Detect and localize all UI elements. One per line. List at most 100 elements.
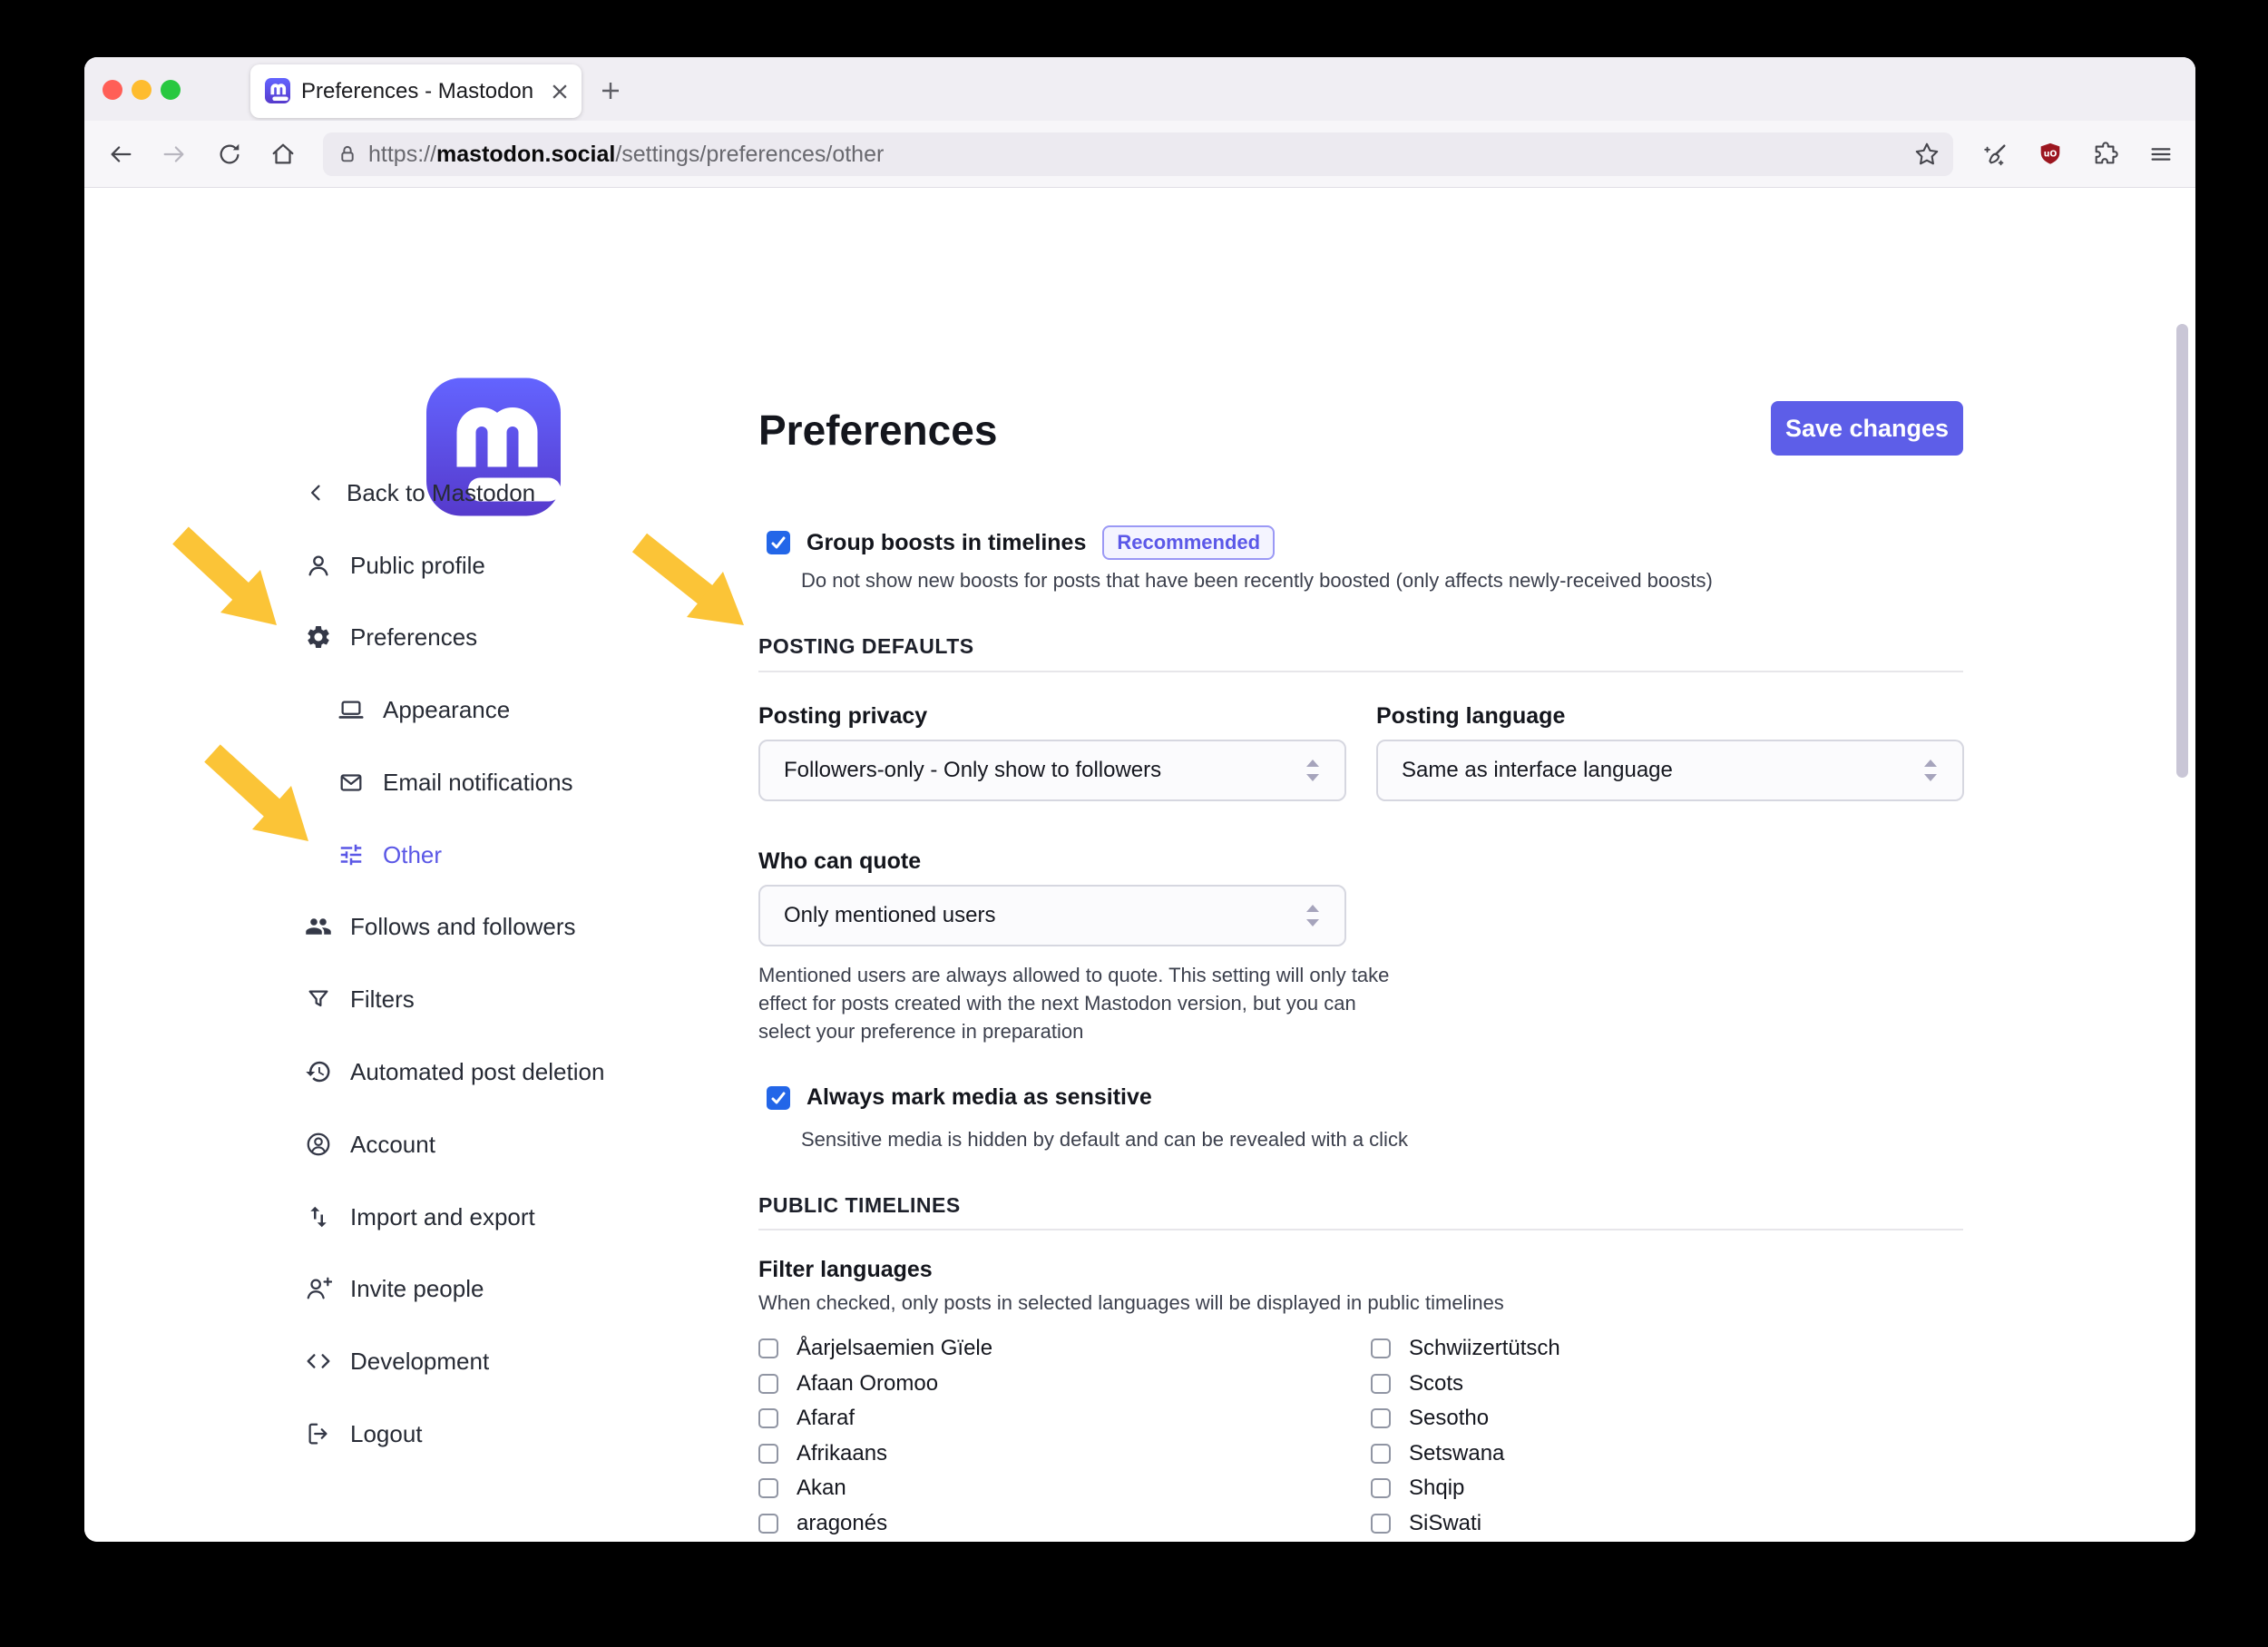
sidebar-item-account[interactable]: Account — [305, 1126, 435, 1162]
language-checkbox[interactable] — [758, 1444, 778, 1464]
group-boosts-hint: Do not show new boosts for posts that ha… — [801, 569, 1713, 593]
language-checkbox[interactable] — [758, 1408, 778, 1428]
select-arrows-icon — [1922, 758, 1939, 783]
save-changes-button[interactable]: Save changes — [1771, 401, 1963, 456]
envelope-icon — [337, 769, 365, 796]
sidebar-back-link[interactable]: Back to Mastodon — [305, 475, 535, 511]
sidebar-item-label: Appearance — [383, 696, 510, 724]
language-list-left: Åarjelsaemien Gïele Afaan Oromoo Afaraf … — [758, 1331, 992, 1542]
who-can-quote-select[interactable]: Only mentioned users — [758, 885, 1346, 946]
people-icon — [305, 913, 332, 940]
language-checkbox[interactable] — [758, 1374, 778, 1394]
browser-titlebar: Preferences - Mastodon — [84, 57, 2195, 121]
sidebar-item-label: Logout — [350, 1420, 423, 1448]
import-export-icon — [305, 1203, 332, 1230]
minimize-window-button[interactable] — [132, 80, 152, 100]
sidebar-item-label: Preferences — [350, 623, 477, 652]
group-boosts-row: Group boosts in timelines Recommended — [767, 525, 1275, 560]
ublock-shield-icon[interactable]: uO — [2037, 141, 2064, 168]
mastodon-favicon — [265, 78, 290, 105]
sidebar-item-preferences[interactable]: Preferences — [305, 619, 477, 655]
reload-icon[interactable] — [216, 141, 243, 168]
language-checkbox[interactable] — [758, 1478, 778, 1498]
sidebar-item-follows-and-followers[interactable]: Follows and followers — [305, 908, 576, 945]
new-tab-button[interactable] — [595, 75, 626, 106]
posting-privacy-value: Followers-only - Only show to followers — [784, 758, 1305, 783]
bookmark-star-icon[interactable] — [1913, 141, 1941, 168]
extensions-puzzle-icon[interactable] — [2092, 141, 2119, 168]
menu-hamburger-icon[interactable] — [2147, 141, 2175, 168]
sidebar-back-label: Back to Mastodon — [347, 479, 535, 507]
mastodon-settings-page: Back to Mastodon Public profile Preferen… — [84, 188, 2195, 1542]
select-arrows-icon — [1305, 758, 1321, 783]
public-timelines-heading: PUBLIC TIMELINES — [758, 1193, 961, 1218]
group-boosts-checkbox[interactable] — [767, 531, 790, 554]
sidebar-item-label: Development — [350, 1348, 489, 1376]
person-icon — [305, 552, 332, 579]
group-boosts-label: Group boosts in timelines — [807, 530, 1086, 556]
who-can-quote-label: Who can quote — [758, 848, 921, 875]
section-divider — [758, 1229, 1963, 1230]
close-window-button[interactable] — [103, 80, 122, 100]
posting-defaults-heading: POSTING DEFAULTS — [758, 634, 974, 659]
language-checkbox[interactable] — [1371, 1338, 1391, 1358]
language-list-right: Schwiizertütsch Scots Sesotho Setswana S… — [1371, 1331, 1560, 1542]
sidebar-item-label: Email notifications — [383, 769, 573, 797]
svg-text:uO: uO — [2044, 149, 2058, 159]
language-row: Afaraf — [758, 1401, 992, 1436]
language-checkbox[interactable] — [1371, 1374, 1391, 1394]
language-row: Sesotho — [1371, 1401, 1560, 1436]
posting-privacy-select[interactable]: Followers-only - Only show to followers — [758, 740, 1346, 801]
gear-icon — [305, 623, 332, 651]
sensitive-media-label: Always mark media as sensitive — [807, 1084, 1152, 1111]
code-brackets-icon — [305, 1348, 332, 1375]
sensitive-media-checkbox[interactable] — [767, 1086, 790, 1110]
browser-toolbar: https://mastodon.social/settings/prefere… — [84, 121, 2195, 188]
url-protocol: https:// — [368, 142, 436, 167]
language-checkbox[interactable] — [1371, 1478, 1391, 1498]
back-icon[interactable] — [107, 141, 134, 168]
language-row: aragonés — [758, 1506, 992, 1542]
posting-privacy-label: Posting privacy — [758, 703, 927, 730]
language-checkbox[interactable] — [758, 1514, 778, 1534]
who-can-quote-hint: Mentioned users are always allowed to qu… — [758, 961, 1389, 1045]
lock-icon — [336, 142, 359, 166]
sidebar-item-other[interactable]: Other — [337, 837, 442, 873]
close-tab-icon[interactable] — [552, 84, 567, 99]
language-checkbox[interactable] — [1371, 1444, 1391, 1464]
language-row: Asturianu — [758, 1541, 992, 1542]
sidebar-item-automated-post-deletion[interactable]: Automated post deletion — [305, 1054, 604, 1090]
clear-data-broom-icon[interactable] — [1981, 141, 2009, 168]
posting-language-select[interactable]: Same as interface language — [1376, 740, 1964, 801]
sidebar-item-filters[interactable]: Filters — [305, 981, 415, 1017]
url-bar[interactable]: https://mastodon.social/settings/prefere… — [323, 132, 1953, 176]
language-row: slovenčina — [1371, 1541, 1560, 1542]
sidebar-item-label: Import and export — [350, 1203, 535, 1231]
posting-language-label: Posting language — [1376, 703, 1565, 730]
language-row: Schwiizertütsch — [1371, 1331, 1560, 1367]
language-row: Shqip — [1371, 1471, 1560, 1506]
url-text: https://mastodon.social/settings/prefere… — [368, 142, 1904, 168]
sidebar-item-logout[interactable]: Logout — [305, 1416, 423, 1452]
language-checkbox[interactable] — [1371, 1408, 1391, 1428]
sidebar-item-public-profile[interactable]: Public profile — [305, 547, 485, 583]
home-icon[interactable] — [269, 141, 297, 168]
language-checkbox[interactable] — [758, 1338, 778, 1358]
browser-tab[interactable]: Preferences - Mastodon — [250, 64, 582, 118]
tab-title: Preferences - Mastodon — [301, 79, 542, 104]
sidebar-item-development[interactable]: Development — [305, 1343, 489, 1379]
filter-languages-label: Filter languages — [758, 1257, 933, 1283]
sidebar-item-email-notifications[interactable]: Email notifications — [337, 764, 573, 800]
language-row: Scots — [1371, 1367, 1560, 1402]
zoom-window-button[interactable] — [161, 80, 181, 100]
sidebar-item-label: Filters — [350, 985, 415, 1014]
sidebar-item-import-and-export[interactable]: Import and export — [305, 1199, 535, 1235]
forward-icon[interactable] — [161, 141, 188, 168]
recommended-badge: Recommended — [1102, 525, 1275, 560]
sidebar-item-appearance[interactable]: Appearance — [337, 691, 510, 728]
page-scrollbar[interactable] — [2176, 324, 2188, 778]
sidebar-item-invite-people[interactable]: Invite people — [305, 1270, 484, 1307]
language-row: Akan — [758, 1471, 992, 1506]
language-checkbox[interactable] — [1371, 1514, 1391, 1534]
sidebar-item-label: Other — [383, 841, 442, 869]
